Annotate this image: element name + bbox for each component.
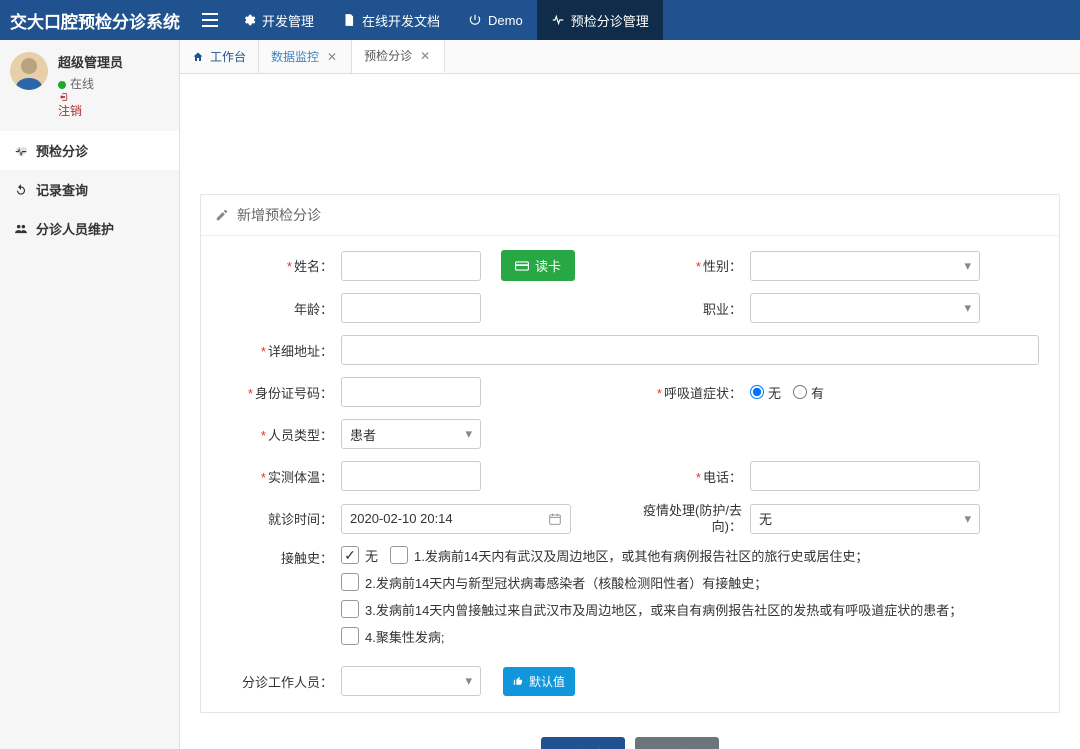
power-icon <box>468 13 482 27</box>
save-button[interactable]: 保 存 <box>541 737 625 749</box>
tab-close-prediagnosis[interactable]: ✕ <box>418 49 432 63</box>
tab-datamonitor[interactable]: 数据监控 ✕ <box>259 40 352 73</box>
age-input[interactable] <box>341 293 481 323</box>
read-card-button[interactable]: 读卡 <box>501 250 575 281</box>
gear-icon <box>242 13 256 27</box>
refresh-icon <box>14 183 28 197</box>
logout-icon <box>58 92 68 102</box>
user-status: 在线 <box>70 77 94 91</box>
nav-prediagnosis[interactable]: 预检分诊管理 <box>537 0 663 40</box>
sidebar: 超级管理员 在线 注销 预检分诊 记录查询 分诊人员维护 <box>0 40 180 749</box>
sidebar-item-prediagnosis[interactable]: 预检分诊 <box>0 131 179 170</box>
temperature-input[interactable] <box>341 461 481 491</box>
thumbs-up-icon <box>513 676 523 686</box>
name-input[interactable] <box>341 251 481 281</box>
resp-none-radio[interactable]: 无 <box>750 383 781 402</box>
hamburger-icon <box>202 13 218 27</box>
card-icon <box>515 261 529 271</box>
default-value-button[interactable]: 默认值 <box>503 667 575 696</box>
sex-select[interactable]: ▾ <box>750 251 980 281</box>
contact-1-checkbox[interactable] <box>390 546 408 564</box>
job-select[interactable]: ▾ <box>750 293 980 323</box>
contact-3-checkbox[interactable] <box>341 600 359 618</box>
topbar: 交大口腔预检分诊系统 开发管理 在线开发文档 Demo 预检分诊管理 <box>0 0 1080 40</box>
menu-toggle[interactable] <box>192 13 228 27</box>
visit-time-input[interactable]: 2020-02-10 20:14 <box>341 504 571 534</box>
panel-title: 新增预检分诊 <box>237 205 321 225</box>
nav-demo[interactable]: Demo <box>454 0 537 40</box>
heartbeat-icon <box>551 13 565 27</box>
tab-bar: 工作台 数据监控 ✕ 预检分诊 ✕ <box>180 40 1080 74</box>
tab-close-datamonitor[interactable]: ✕ <box>325 50 339 64</box>
resp-has-radio[interactable]: 有 <box>793 383 824 402</box>
sidebar-item-staff[interactable]: 分诊人员维护 <box>0 209 179 248</box>
contact-2-checkbox[interactable] <box>341 573 359 591</box>
contact-none-checkbox[interactable] <box>341 546 359 564</box>
address-input[interactable] <box>341 335 1039 365</box>
clipboard-heart-icon <box>14 144 28 158</box>
tab-prediagnosis[interactable]: 预检分诊 ✕ <box>352 40 445 73</box>
app-title: 交大口腔预检分诊系统 <box>10 8 180 33</box>
form-panel: 新增预检分诊 *姓名： 读卡 *性别： <box>200 194 1060 713</box>
users-icon <box>14 222 28 236</box>
calendar-icon <box>548 512 562 526</box>
user-name: 超级管理员 <box>58 52 123 71</box>
nav-dev-mgmt[interactable]: 开发管理 <box>228 0 328 40</box>
edit-icon <box>215 208 229 222</box>
person-type-select[interactable]: 患者▾ <box>341 419 481 449</box>
nav-online-docs[interactable]: 在线开发文档 <box>328 0 454 40</box>
phone-input[interactable] <box>750 461 980 491</box>
avatar <box>10 52 48 90</box>
tab-home[interactable]: 工作台 <box>180 40 259 73</box>
logout-link[interactable]: 注销 <box>58 92 123 118</box>
contact-4-checkbox[interactable] <box>341 627 359 645</box>
user-box: 超级管理员 在线 注销 <box>0 40 179 131</box>
online-dot-icon <box>58 81 66 89</box>
document-icon <box>342 13 356 27</box>
sidebar-item-records[interactable]: 记录查询 <box>0 170 179 209</box>
home-icon <box>192 51 204 63</box>
idcard-input[interactable] <box>341 377 481 407</box>
reset-button[interactable]: 重 置 <box>635 737 719 749</box>
staff-select[interactable]: ▾ <box>341 666 481 696</box>
epidemic-select[interactable]: 无▾ <box>750 504 980 534</box>
